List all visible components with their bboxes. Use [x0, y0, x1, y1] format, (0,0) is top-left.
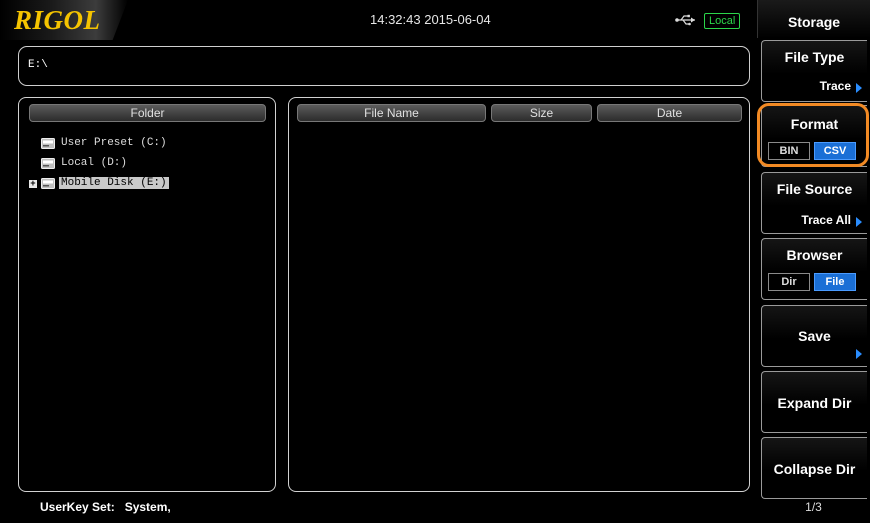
file-type-button[interactable]: File Type Trace — [761, 40, 867, 102]
folder-panel: Folder User Preset (C:) Local (D:) + Mob… — [18, 97, 276, 492]
browser-button[interactable]: Browser Dir File — [761, 238, 867, 300]
drive-icon — [41, 158, 55, 169]
date-column-header[interactable]: Date — [597, 104, 742, 122]
file-source-label: File Source — [776, 181, 853, 197]
menu-page-indicator: 1/3 — [805, 500, 822, 514]
top-bar: RIGOL 14:32:43 2015-06-04 Local — [0, 0, 757, 40]
userkey-status: UserKey Set: System, — [40, 500, 171, 514]
expand-plus-icon[interactable]: + — [29, 180, 37, 189]
submenu-arrow-icon — [856, 83, 862, 93]
current-path: E:\ — [28, 59, 48, 71]
usb-icon — [675, 14, 695, 26]
file-type-value: Trace — [819, 79, 851, 93]
browser-option-file[interactable]: File — [814, 273, 856, 291]
file-source-value: Trace All — [801, 213, 851, 227]
tree-item-label: Local (D:) — [61, 157, 128, 169]
status-bar: UserKey Set: System, — [0, 494, 757, 523]
drive-icon — [41, 178, 55, 189]
path-bar: E:\ — [18, 46, 750, 86]
expand-dir-label: Expand Dir — [777, 395, 852, 411]
local-status-badge: Local — [704, 13, 741, 29]
datetime-display: 14:32:43 2015-06-04 — [370, 12, 491, 27]
browser-toggle[interactable]: Dir File — [768, 273, 860, 291]
format-highlight-ring — [757, 103, 869, 167]
browser-option-dir[interactable]: Dir — [768, 273, 810, 291]
collapse-dir-label: Collapse Dir — [773, 461, 856, 477]
file-source-button[interactable]: File Source Trace All — [761, 172, 867, 234]
tree-item-label: Mobile Disk (E:) — [59, 177, 169, 189]
tree-item-label: User Preset (C:) — [61, 137, 167, 149]
menu-title: Storage — [757, 0, 870, 38]
storage-menu: Storage File Type Trace Format BIN CSV F… — [757, 0, 870, 523]
drive-icon — [41, 138, 55, 149]
submenu-arrow-icon — [856, 349, 862, 359]
save-label: Save — [798, 328, 831, 344]
save-button[interactable]: Save — [761, 305, 867, 367]
file-name-column-header[interactable]: File Name — [297, 104, 486, 122]
folder-column-header[interactable]: Folder — [29, 104, 266, 122]
files-panel: File Name Size Date — [288, 97, 750, 492]
expand-dir-button[interactable]: Expand Dir — [761, 371, 867, 433]
size-column-header[interactable]: Size — [491, 104, 592, 122]
browser-label: Browser — [786, 247, 843, 263]
collapse-dir-button[interactable]: Collapse Dir — [761, 437, 867, 499]
rigol-logo: RIGOL — [14, 5, 101, 35]
file-type-label: File Type — [784, 49, 845, 65]
submenu-arrow-icon — [856, 217, 862, 227]
